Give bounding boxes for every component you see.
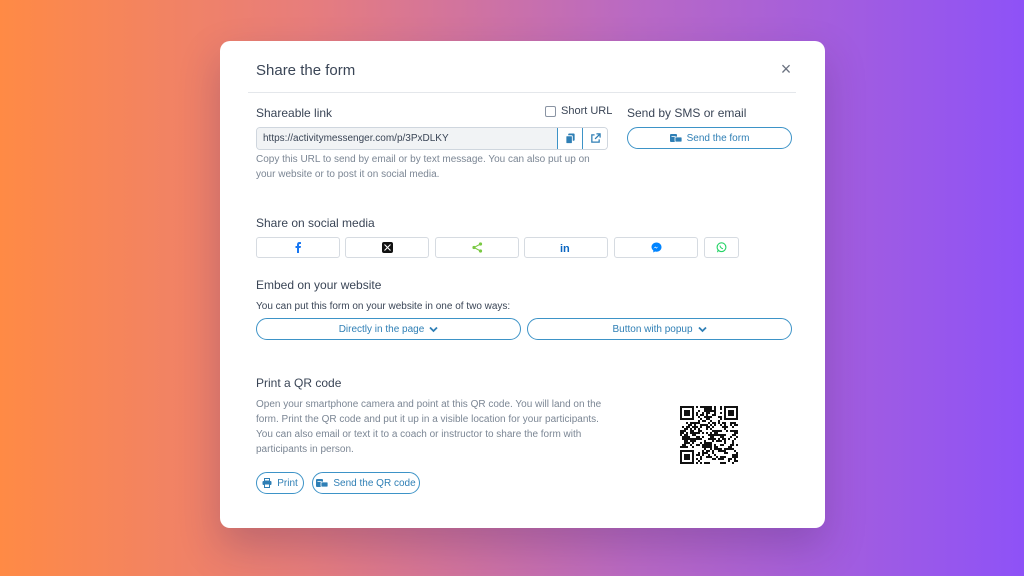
- send-form-button[interactable]: Send the form: [627, 127, 792, 149]
- printer-icon: [262, 478, 272, 488]
- share-form-modal: Share the form × Shareable link Short UR…: [220, 41, 825, 528]
- sms-email-label: Send by SMS or email: [627, 106, 747, 120]
- shareable-url-input[interactable]: [257, 128, 557, 149]
- chevron-down-icon: [697, 326, 707, 333]
- qr-code-help: Open your smartphone camera and point at…: [256, 399, 602, 455]
- embed-direct-dropdown[interactable]: Directly in the page: [256, 318, 521, 340]
- open-url-button[interactable]: [582, 128, 607, 149]
- print-label: Print: [277, 477, 298, 489]
- chevron-down-icon: [429, 326, 438, 333]
- send-message-icon: [669, 133, 682, 143]
- send-form-label: Send the form: [686, 132, 750, 144]
- close-button[interactable]: ×: [776, 59, 796, 79]
- send-qr-code-button[interactable]: Send the QR code: [312, 472, 420, 494]
- embed-popup-label: Button with popup: [612, 323, 693, 335]
- embed-label: Embed on your website: [256, 278, 382, 292]
- url-field-group: [256, 127, 608, 150]
- qr-code-label: Print a QR code: [256, 376, 342, 390]
- share-link-button[interactable]: [435, 237, 519, 258]
- social-media-label: Share on social media: [256, 216, 375, 230]
- messenger-icon: [651, 242, 662, 253]
- copy-url-button[interactable]: [557, 128, 582, 149]
- qr-code-image: [680, 406, 738, 464]
- header-divider: [248, 92, 796, 93]
- share-facebook-button[interactable]: [256, 237, 340, 258]
- external-link-icon: [590, 133, 601, 144]
- embed-direct-label: Directly in the page: [338, 323, 425, 335]
- modal-title: Share the form: [256, 62, 356, 79]
- x-icon: [381, 242, 393, 253]
- share-whatsapp-button[interactable]: [704, 237, 739, 258]
- facebook-icon: [295, 242, 301, 253]
- share-messenger-button[interactable]: [614, 237, 698, 258]
- embed-popup-dropdown[interactable]: Button with popup: [527, 318, 792, 340]
- linkedin-icon: in: [560, 242, 572, 253]
- print-button[interactable]: Print: [256, 472, 304, 494]
- send-message-icon: [316, 478, 329, 488]
- copy-icon: [564, 133, 576, 144]
- short-url-checkbox[interactable]: [545, 105, 556, 117]
- whatsapp-icon: [716, 242, 727, 253]
- share-icon: [471, 242, 483, 253]
- short-url-toggle[interactable]: Short URL: [545, 105, 612, 117]
- shareable-link-label: Shareable link: [256, 106, 333, 120]
- send-qr-label: Send the QR code: [333, 477, 416, 489]
- shareable-link-help: Copy this URL to send by email or by tex…: [256, 154, 590, 180]
- embed-help: You can put this form on your website in…: [256, 301, 511, 312]
- svg-text:in: in: [560, 243, 570, 253]
- short-url-label: Short URL: [561, 105, 613, 117]
- share-x-button[interactable]: [345, 237, 429, 258]
- share-linkedin-button[interactable]: in: [524, 237, 608, 258]
